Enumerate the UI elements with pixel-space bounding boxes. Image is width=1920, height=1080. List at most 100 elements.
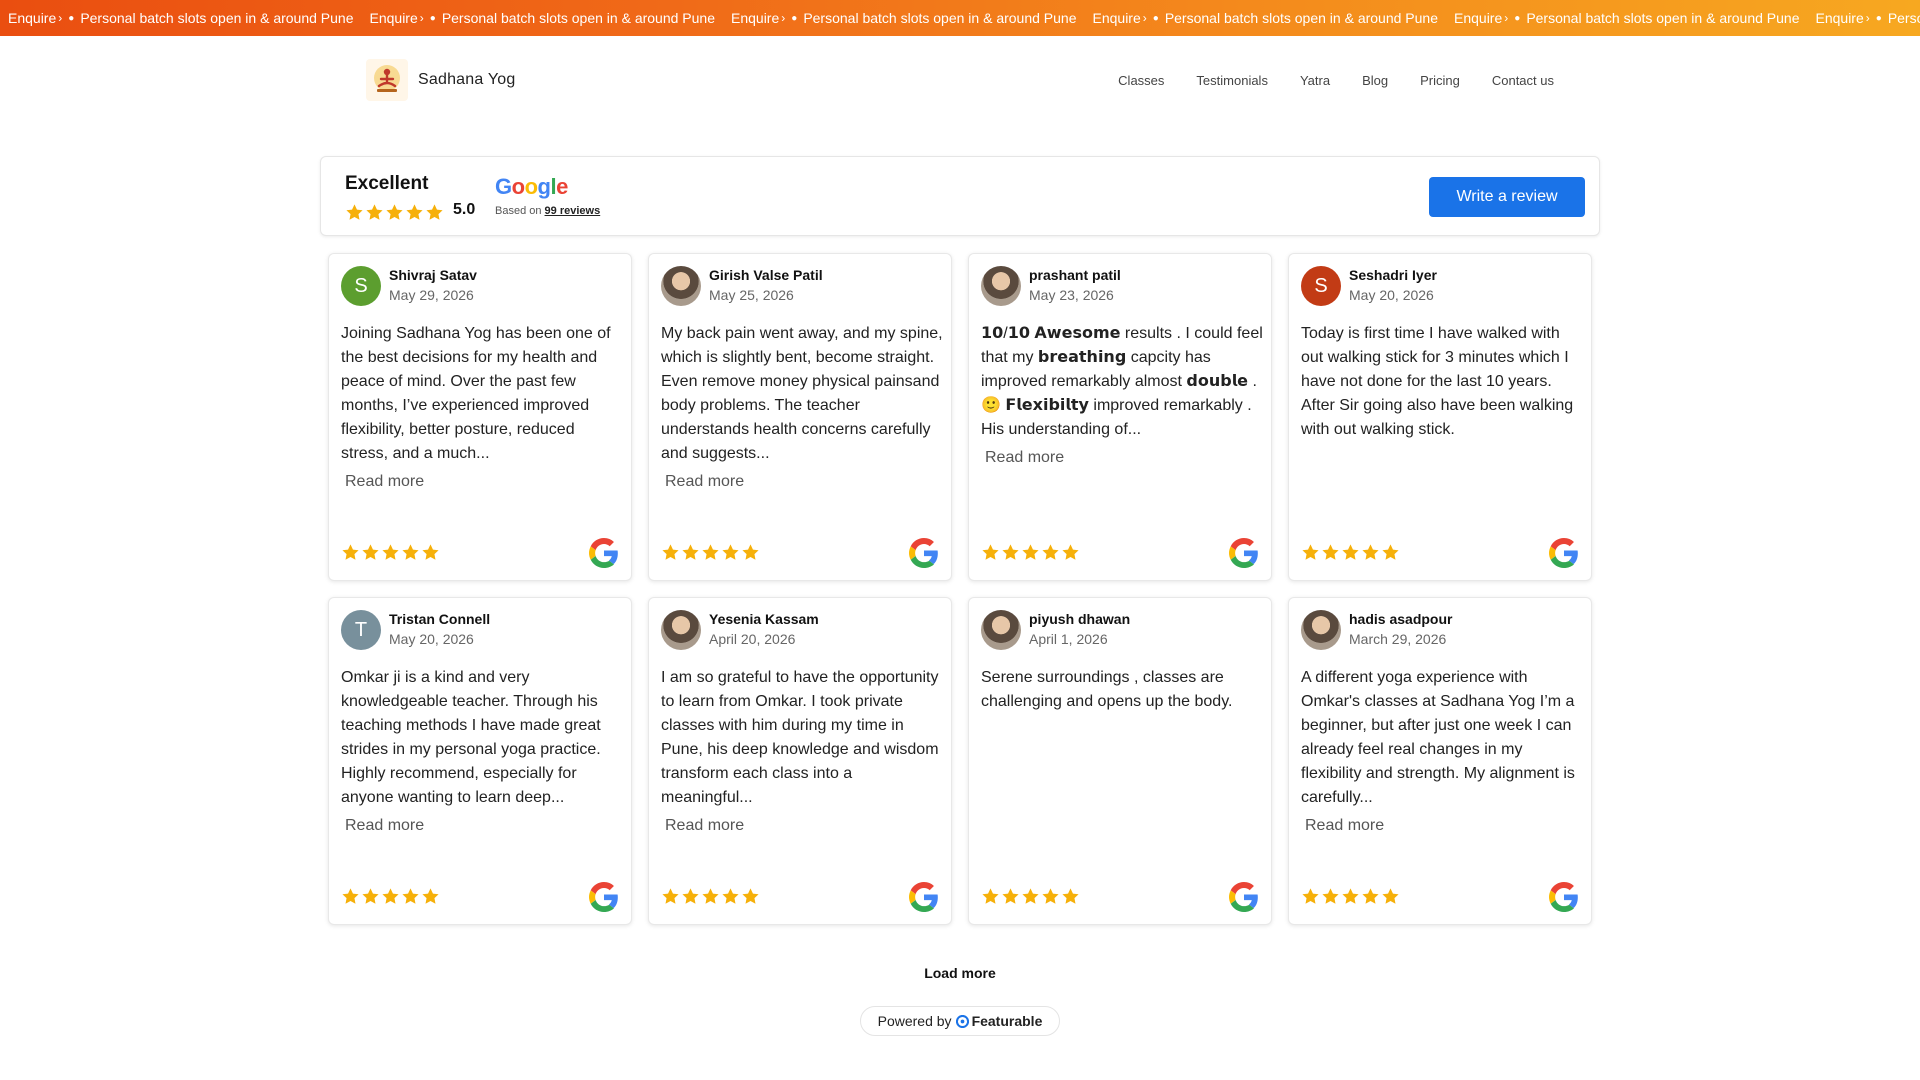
nav-link-pricing[interactable]: Pricing [1420,73,1460,88]
banner-item[interactable]: Enquire› ● Personal batch slots open in & … [1444,10,1806,26]
nav-link-testimonials[interactable]: Testimonials [1196,73,1268,88]
google-icon [1229,538,1258,568]
banner-item[interactable]: Enquire› ● Personal batch slots open in & … [360,10,722,26]
banner-item[interactable]: Enquire› ● Personal batch slots open in & … [1083,10,1445,26]
banner-item[interactable]: Enquire› ● Personal batch slots open in & … [721,10,1083,26]
banner-message: Personal batch slots open in & around Pu… [803,10,1077,26]
star-icon [386,204,403,220]
review-card[interactable]: piyush dhawan April 1, 2026 Serene surroun… [968,597,1272,925]
reviewer-name[interactable]: Tristan Connell [389,611,490,627]
review-date: May 29, 2026 [389,287,474,303]
star-icon [982,544,999,560]
reviewer-name[interactable]: hadis asadpour [1349,611,1452,627]
load-more-button[interactable]: Load more [910,955,1010,991]
review-date: April 20, 2026 [709,631,796,647]
google-wordmark: Google [495,174,568,200]
chevron-right-icon: › [1142,11,1147,25]
review-body: I am so grateful to have the opportunity… [661,669,939,806]
reviewer-name[interactable]: Seshadri Iyer [1349,267,1437,283]
star-icon [1362,544,1379,560]
announcement-banner[interactable]: Enquire › ● Personal batch slots open in & … [0,0,1920,36]
reviewer-name[interactable]: Girish Valse Patil [709,267,823,283]
banner-item[interactable]: Enquire› ● Personal batch slots open in & … [0,10,360,26]
review-stars [981,887,1080,906]
review-card[interactable]: hadis asadpour March 29, 2026 A different … [1288,597,1592,925]
google-letter: e [556,174,568,199]
review-stars [661,543,760,562]
star-icon [662,888,679,904]
read-more-link[interactable]: Read more [985,446,1263,470]
chevron-right-icon: › [419,11,424,25]
bullet-icon: ● [1875,12,1882,24]
enquire-link[interactable]: Enquire › [1816,10,1870,26]
reviewer-avatar [661,266,701,306]
google-letter: o [511,174,525,199]
review-stars [661,887,760,906]
reviewer-name[interactable]: piyush dhawan [1029,611,1130,627]
star-icon [1002,544,1019,560]
review-date: March 29, 2026 [1349,631,1447,647]
read-more-link[interactable]: Read more [1305,814,1583,838]
star-icon [342,544,359,560]
enquire-link[interactable]: Enquire › [731,10,785,26]
star-icon [1382,544,1399,560]
nav-link-blog[interactable]: Blog [1362,73,1388,88]
bullet-icon: ● [791,12,798,24]
google-icon [589,538,618,568]
star-icon [1322,888,1339,904]
read-more-link[interactable]: Read more [345,470,623,494]
review-date: April 1, 2026 [1029,631,1108,647]
brand-name[interactable]: Sadhana Yog [418,71,515,89]
enquire-link[interactable]: Enquire › [1454,10,1508,26]
review-text: Serene surroundings , classes are challe… [981,666,1263,714]
review-card[interactable]: Girish Valse Patil May 25, 2026 My back pa… [648,253,952,581]
review-text: A different yoga experience with Omkar's… [1301,666,1583,838]
review-text: I am so grateful to have the opportunity… [661,666,943,838]
nav-link-classes[interactable]: Classes [1118,73,1164,88]
star-icon [1322,544,1339,560]
write-review-button[interactable]: Write a review [1429,177,1585,217]
site-logo[interactable] [366,59,408,101]
nav-link-yatra[interactable]: Yatra [1300,73,1330,88]
star-icon [722,544,739,560]
banner-item[interactable]: Enquire› ● Personal batch slots open in & … [1806,10,1920,26]
featurable-icon [955,1014,969,1028]
review-card[interactable]: S Seshadri Iyer May 20, 2026 Today is first… [1288,253,1592,581]
read-more-link[interactable]: Read more [665,814,943,838]
review-date: May 20, 2026 [1349,287,1434,303]
reviewer-name[interactable]: Yesenia Kassam [709,611,819,627]
read-more-link[interactable]: Read more [665,470,943,494]
enquire-link[interactable]: Enquire › [8,10,62,26]
reviewer-avatar [661,610,701,650]
star-icon [362,888,379,904]
review-body: Omkar ji is a kind and very knowledgeabl… [341,669,601,806]
enquire-link[interactable]: Enquire › [1093,10,1147,26]
enquire-label: Enquire [1815,10,1864,26]
google-letter: o [524,174,538,199]
review-date: May 23, 2026 [1029,287,1114,303]
reviews-count-link[interactable]: 99 reviews [545,205,601,217]
google-icon [909,882,938,912]
rating-label: Excellent [345,173,429,194]
read-more-link[interactable]: Read more [345,814,623,838]
star-icon [1362,888,1379,904]
star-icon [342,888,359,904]
star-icon [682,888,699,904]
star-icon [662,544,679,560]
review-card[interactable]: prashant patil May 23, 2026 𝟭𝟬/𝟭𝟬 𝗔𝘄𝗲𝘀𝗼𝗺𝗲 … [968,253,1272,581]
review-stars [1301,887,1400,906]
powered-by-text: Powered by [877,1013,952,1029]
star-icon [1062,888,1079,904]
powered-by-badge[interactable]: Powered by Featurable [860,1006,1060,1036]
enquire-link[interactable]: Enquire › [370,10,424,26]
nav-link-contact-us[interactable]: Contact us [1492,73,1554,88]
review-date: May 25, 2026 [709,287,794,303]
review-card[interactable]: T Tristan Connell May 20, 2026 Omkar ji is … [328,597,632,925]
review-card[interactable]: Yesenia Kassam April 20, 2026 I am so grat… [648,597,952,925]
review-card[interactable]: S Shivraj Satav May 29, 2026 Joining Sadhan… [328,253,632,581]
review-stars [341,887,440,906]
review-body: A different yoga experience with Omkar's… [1301,669,1575,806]
review-text: My back pain went away, and my spine, wh… [661,322,943,494]
reviewer-name[interactable]: prashant patil [1029,267,1121,283]
reviewer-name[interactable]: Shivraj Satav [389,267,477,283]
